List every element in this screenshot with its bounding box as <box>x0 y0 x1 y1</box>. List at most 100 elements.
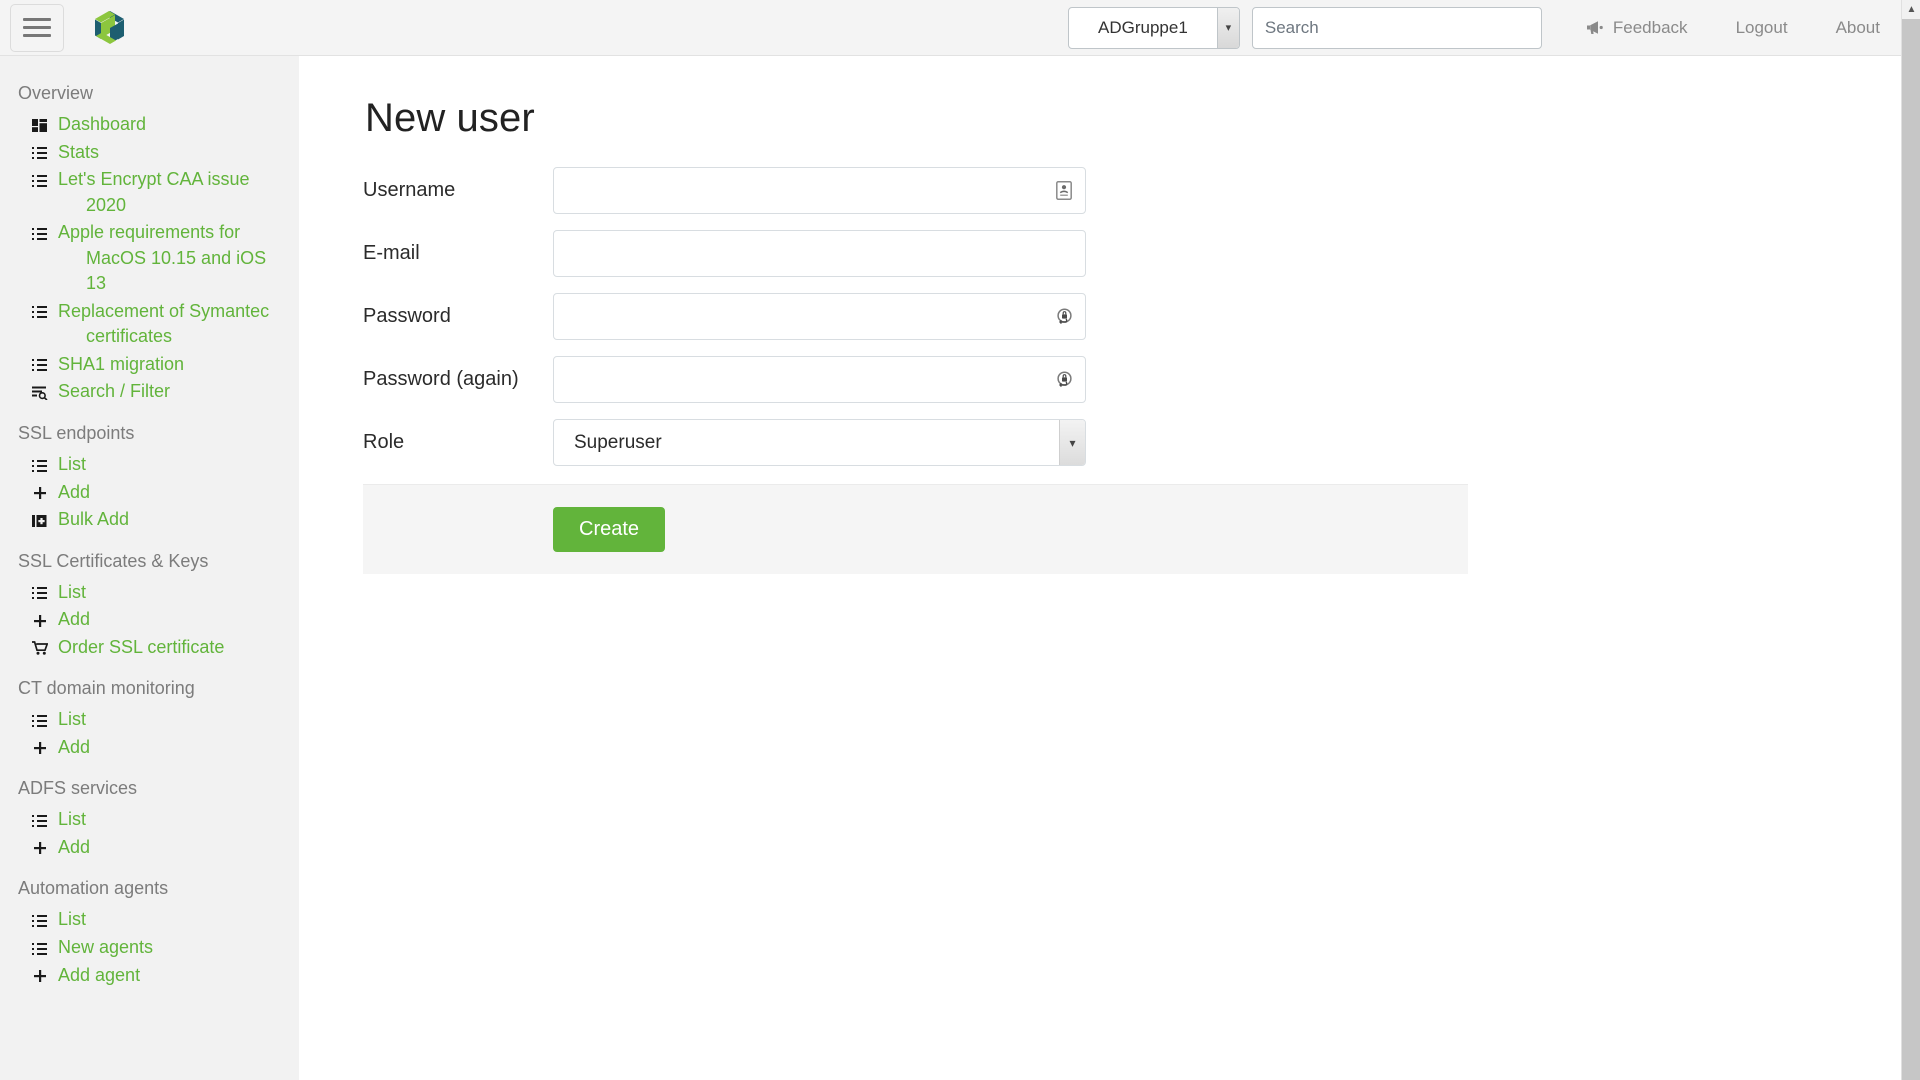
sidebar-item-lets-encrypt-caa[interactable]: Let's Encrypt CAA issue 2020 <box>0 166 299 219</box>
sidebar-item-label: Add <box>58 736 91 757</box>
sidebar-item-symantec-replacement[interactable]: Replacement of Symantec certificates <box>0 298 299 351</box>
password-again-label: Password (again) <box>363 368 519 390</box>
list-icon <box>30 581 49 606</box>
feedback-link[interactable]: Feedback <box>1586 18 1688 38</box>
plus-icon <box>30 736 49 761</box>
sidebar-item-adfs-add[interactable]: Add <box>0 834 299 862</box>
sidebar-item-ct-add[interactable]: Add <box>0 734 299 762</box>
password-input[interactable] <box>553 293 1086 340</box>
sidebar-item-search-filter[interactable]: Search / Filter <box>0 378 299 406</box>
sidebar-item-dashboard[interactable]: Dashboard <box>0 111 299 139</box>
sidebar-item-label: List <box>58 454 87 475</box>
role-select[interactable]: Superuser <box>553 419 1086 466</box>
sidebar-item-new-agents[interactable]: New agents <box>0 934 299 962</box>
sidebar-item-label: Stats <box>58 141 100 162</box>
role-select-wrapper: Superuser ▾ <box>553 419 1086 466</box>
sidebar-item-add-agent[interactable]: Add agent <box>0 962 299 990</box>
sidebar-item-label: Order SSL certificate <box>58 636 225 657</box>
page-layout: Overview Dashboard Stats Let's Encrypt C… <box>0 56 1920 1080</box>
search-input[interactable] <box>1251 6 1542 49</box>
list-icon <box>30 808 49 833</box>
password-field-wrapper <box>553 293 1086 340</box>
sidebar-item-label: Apple requirements for MacOS 10.15 and i… <box>58 222 267 294</box>
about-link[interactable]: About <box>1836 18 1880 38</box>
group-select[interactable]: ADGruppe1 <box>1067 6 1240 49</box>
form-row-email: E-mail <box>363 230 1920 277</box>
list-icon <box>30 168 49 193</box>
group-select-wrapper: ADGruppe1 ▾ <box>1067 6 1240 49</box>
sidebar-group-adfs: ADFS services List Add <box>0 773 299 861</box>
search-filter-icon <box>30 380 49 405</box>
plus-icon <box>30 608 49 633</box>
password-again-input[interactable] <box>553 356 1086 403</box>
sidebar-item-label: Dashboard <box>58 114 147 134</box>
sidebar-item-stats[interactable]: Stats <box>0 139 299 167</box>
username-label: Username <box>363 179 456 201</box>
list-icon <box>30 221 49 246</box>
sidebar: Overview Dashboard Stats Let's Encrypt C… <box>0 56 299 1080</box>
page-scrollbar[interactable]: ▲ <box>1901 0 1920 1080</box>
sidebar-item-label: Add <box>58 609 91 630</box>
about-label: About <box>1835 17 1880 37</box>
role-label: Role <box>363 431 405 453</box>
username-field-wrapper <box>553 167 1086 214</box>
list-icon <box>30 300 49 325</box>
sidebar-item-label: List <box>58 709 87 730</box>
email-field-wrapper <box>553 230 1086 277</box>
sidebar-item-label: Search / Filter <box>58 381 171 402</box>
create-button[interactable]: Create <box>553 507 666 552</box>
sidebar-item-label: Add <box>58 481 91 502</box>
hamburger-bar <box>23 18 51 21</box>
sidebar-item-ct-list[interactable]: List <box>0 706 299 734</box>
logout-label: Logout <box>1735 17 1788 37</box>
password-again-field-wrapper <box>553 356 1086 403</box>
sidebar-group-ct-monitoring: CT domain monitoring List Add <box>0 673 299 761</box>
hamburger-bar <box>23 26 51 29</box>
sidebar-item-label: Replacement of Symantec certificates <box>58 300 270 347</box>
dashboard-icon <box>30 113 49 138</box>
password-label: Password <box>363 305 451 327</box>
sidebar-item-apple-requirements[interactable]: Apple requirements for MacOS 10.15 and i… <box>0 219 299 298</box>
sidebar-item-adfs-list[interactable]: List <box>0 806 299 834</box>
form-row-password-again: Password (again) <box>363 356 1920 403</box>
sidebar-group-automation-agents: Automation agents List New agents Add ag… <box>0 873 299 989</box>
logout-link[interactable]: Logout <box>1736 18 1788 38</box>
scrollbar-thumb[interactable] <box>1902 19 1920 1080</box>
new-user-form: Username E-mail Password Password (again… <box>363 167 1920 574</box>
list-icon <box>30 141 49 166</box>
sidebar-item-label: SHA1 migration <box>58 353 185 374</box>
main-content: New user Username E-mail Password Passwo… <box>299 56 1920 1080</box>
sidebar-item-label: New agents <box>58 937 154 958</box>
hamburger-icon[interactable] <box>10 3 64 52</box>
sidebar-heading: SSL endpoints <box>18 423 135 444</box>
bulk-add-icon <box>30 508 49 533</box>
top-bar: ADGruppe1 ▾ Feedback Logout About <box>0 0 1920 56</box>
page-title: New user <box>365 96 535 140</box>
sidebar-item-sha1-migration[interactable]: SHA1 migration <box>0 351 299 379</box>
sidebar-item-certificates-list[interactable]: List <box>0 579 299 607</box>
hamburger-bar <box>23 34 51 37</box>
scroll-up-icon[interactable]: ▲ <box>1902 0 1920 19</box>
sidebar-group-ssl-endpoints: SSL endpoints List Add Bulk Add <box>0 418 299 534</box>
sidebar-item-label: Add <box>58 836 91 857</box>
sidebar-item-order-ssl-certificate[interactable]: Order SSL certificate <box>0 634 299 662</box>
sidebar-heading: ADFS services <box>18 778 138 799</box>
email-input[interactable] <box>553 230 1086 277</box>
sidebar-item-certificates-add[interactable]: Add <box>0 606 299 634</box>
sidebar-item-ssl-endpoints-list[interactable]: List <box>0 451 299 479</box>
sidebar-group-overview: Overview Dashboard Stats Let's Encrypt C… <box>0 78 299 406</box>
sidebar-item-label: List <box>58 909 87 930</box>
sidebar-item-label: Bulk Add <box>58 509 130 530</box>
form-actions-bar: Create <box>363 484 1468 574</box>
sidebar-item-ssl-endpoints-add[interactable]: Add <box>0 479 299 507</box>
list-icon <box>30 936 49 961</box>
sidebar-item-label: List <box>58 809 87 830</box>
sidebar-item-ssl-endpoints-bulk-add[interactable]: Bulk Add <box>0 506 299 534</box>
list-icon <box>30 708 49 733</box>
username-input[interactable] <box>553 167 1086 214</box>
list-icon <box>30 908 49 933</box>
cube-logo[interactable] <box>90 7 130 49</box>
sidebar-item-agents-list[interactable]: List <box>0 906 299 934</box>
list-icon <box>30 353 49 378</box>
sidebar-heading: SSL Certificates & Keys <box>18 550 209 571</box>
